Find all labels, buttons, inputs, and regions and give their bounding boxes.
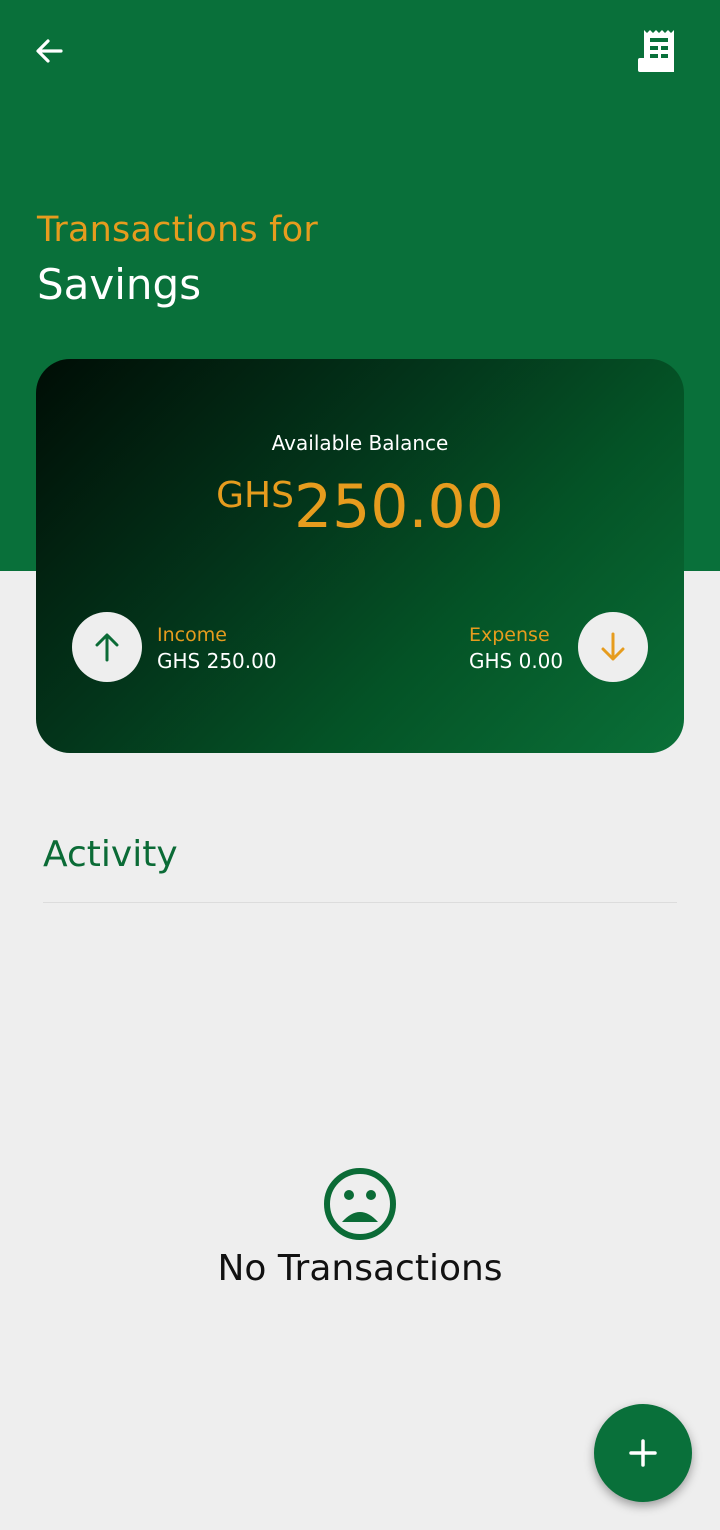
balance-amount-row: GHS 250.00 (36, 471, 684, 537)
arrow-up-icon (95, 633, 119, 662)
sad-face-icon (324, 1168, 396, 1240)
income-value: GHS 250.00 (157, 649, 277, 673)
balance-currency: GHS (216, 475, 294, 516)
empty-state-text: No Transactions (217, 1248, 503, 1289)
arrow-left-icon (36, 39, 63, 63)
income-label: Income (157, 624, 227, 646)
balance-amount: 250.00 (293, 472, 504, 542)
available-balance-label: Available Balance (271, 431, 449, 455)
receipt-button[interactable] (630, 24, 684, 78)
transactions-screen: Transactions for Savings Available Balan… (0, 0, 720, 1530)
title-prefix: Transactions for (37, 210, 318, 250)
add-transaction-button[interactable] (594, 1404, 692, 1502)
expense-value: GHS 0.00 (469, 649, 564, 673)
expense-label: Expense (469, 624, 550, 646)
income-icon-circle (72, 612, 142, 682)
receipt-icon (638, 30, 674, 72)
activity-divider (43, 902, 677, 903)
arrow-down-icon (601, 632, 625, 661)
expense-icon-circle (578, 612, 648, 682)
activity-title: Activity (43, 834, 178, 875)
plus-icon (629, 1439, 657, 1467)
balance-card: Available Balance GHS 250.00 Income GHS … (36, 359, 684, 753)
page-title: Savings (37, 260, 202, 309)
back-button[interactable] (26, 28, 72, 74)
